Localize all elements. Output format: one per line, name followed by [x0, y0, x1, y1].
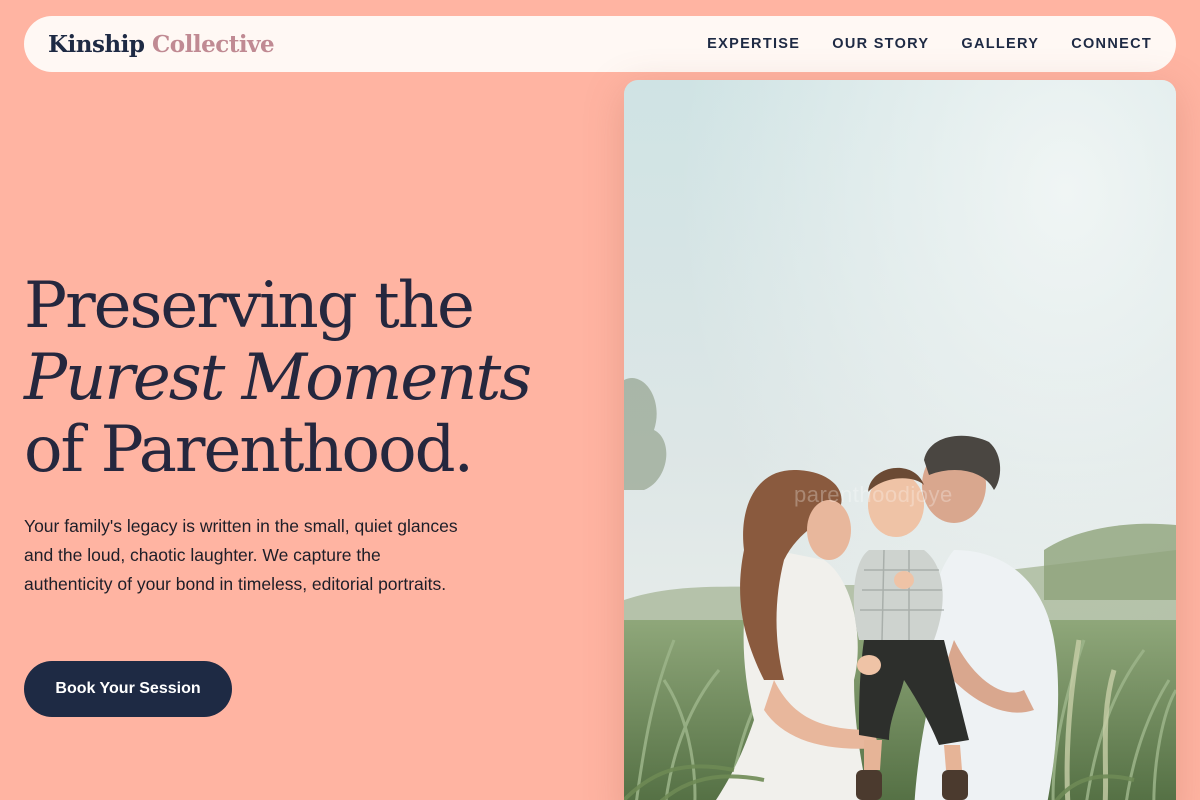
family-photo-illustration [624, 80, 1176, 800]
nav-link-gallery[interactable]: GALLERY [961, 36, 1039, 52]
page: Kinship Collective EXPERTISE OUR STORY G… [0, 0, 1200, 800]
book-session-button[interactable]: Book Your Session [24, 661, 232, 717]
nav-link-expertise[interactable]: EXPERTISE [707, 36, 800, 52]
hero-title: Preserving the Purest Moments of Parenth… [24, 269, 532, 487]
hero-description: Your family's legacy is written in the s… [24, 516, 458, 594]
nav-links: EXPERTISE OUR STORY GALLERY CONNECT [675, 36, 1152, 52]
hero-title-line-1: Preserving the [24, 269, 475, 343]
brand-name-primary: Kinship [48, 30, 145, 58]
nav-link-connect[interactable]: CONNECT [1071, 36, 1152, 52]
photo-watermark: parenthoodjoye [794, 482, 953, 507]
hero-title-emphasis: Purest Moments [24, 341, 532, 415]
hero-title-line-3: of Parenthood. [24, 413, 474, 487]
brand-logo[interactable]: Kinship Collective [48, 30, 275, 58]
brand-name-accent: Collective [151, 30, 275, 58]
nav-link-our-story[interactable]: OUR STORY [832, 36, 929, 52]
top-nav: Kinship Collective EXPERTISE OUR STORY G… [24, 16, 1176, 72]
family-photo: parenthoodjoye [624, 80, 1176, 800]
